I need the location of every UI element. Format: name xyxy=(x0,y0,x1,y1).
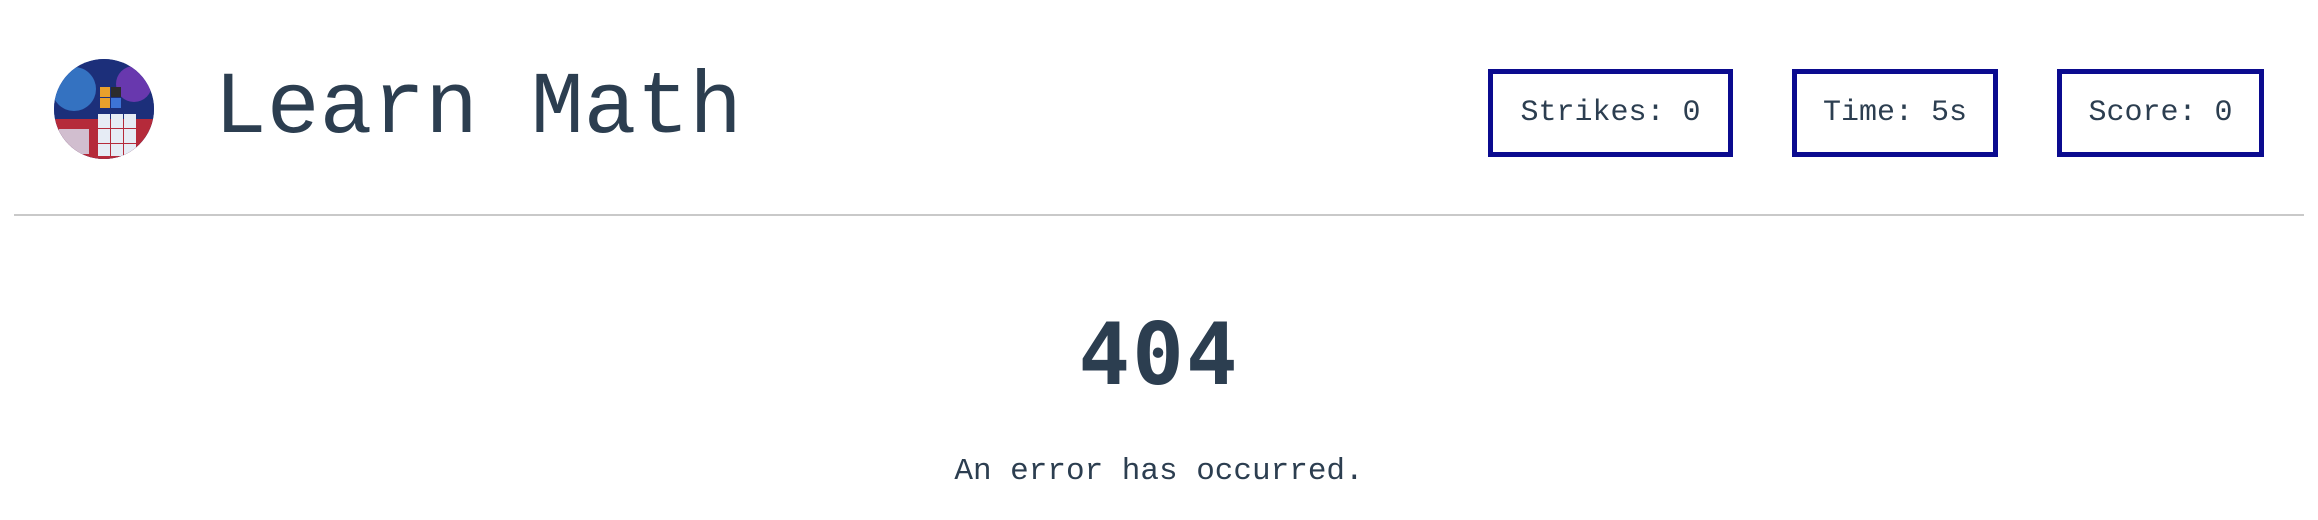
site-header: Learn Math Strikes: 0 Time: 5s Score: 0 xyxy=(0,0,2318,216)
time-counter: Time: 5s xyxy=(1792,69,1998,157)
header-divider xyxy=(14,214,2304,216)
score-counter: Score: 0 xyxy=(2057,69,2264,157)
error-code: 404 xyxy=(1078,305,1240,405)
strikes-counter: Strikes: 0 xyxy=(1488,69,1733,157)
error-message: An error has occurred. xyxy=(954,454,1364,489)
logo-avatar[interactable] xyxy=(54,59,154,159)
rubiks-cube-icon xyxy=(54,59,154,159)
site-title[interactable]: Learn Math xyxy=(214,60,742,160)
